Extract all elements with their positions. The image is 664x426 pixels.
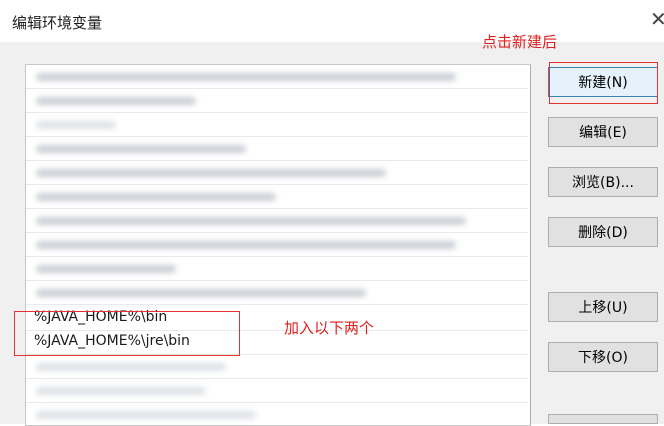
list-item-obscured[interactable]	[26, 403, 528, 425]
move-up-button[interactable]: 上移(U)	[548, 292, 658, 322]
window-title: 编辑环境变量	[12, 14, 103, 32]
list-item-obscured[interactable]	[26, 65, 528, 89]
edit-button[interactable]: 编辑(E)	[548, 117, 658, 147]
annotation-after-new: 点击新建后	[482, 33, 558, 51]
list-item-obscured[interactable]	[26, 233, 528, 257]
delete-button[interactable]: 删除(D)	[548, 217, 658, 247]
list-item-obscured[interactable]	[26, 185, 528, 209]
ok-button-partial[interactable]	[548, 414, 658, 424]
list-item-obscured[interactable]	[26, 113, 528, 137]
close-icon[interactable]: ✕	[650, 9, 664, 29]
annotation-add-two: 加入以下两个	[284, 319, 375, 337]
highlight-box-new-entries	[14, 311, 240, 356]
list-item-obscured[interactable]	[26, 209, 528, 233]
list-item-obscured[interactable]	[26, 137, 528, 161]
list-item-obscured[interactable]	[26, 379, 528, 403]
list-item-obscured[interactable]	[26, 89, 528, 113]
move-down-button[interactable]: 下移(O)	[548, 342, 658, 372]
list-item-obscured[interactable]	[26, 161, 528, 185]
browse-button[interactable]: 浏览(B)...	[548, 167, 658, 197]
list-item-obscured[interactable]	[26, 257, 528, 281]
list-item-obscured[interactable]	[26, 281, 528, 305]
highlight-box-new-button	[549, 62, 658, 104]
env-path-list[interactable]: %JAVA_HOME%\bin %JAVA_HOME%\jre\bin	[25, 64, 531, 426]
list-item-obscured[interactable]	[26, 355, 528, 379]
title-bar: 编辑环境变量 ✕	[0, 0, 664, 42]
